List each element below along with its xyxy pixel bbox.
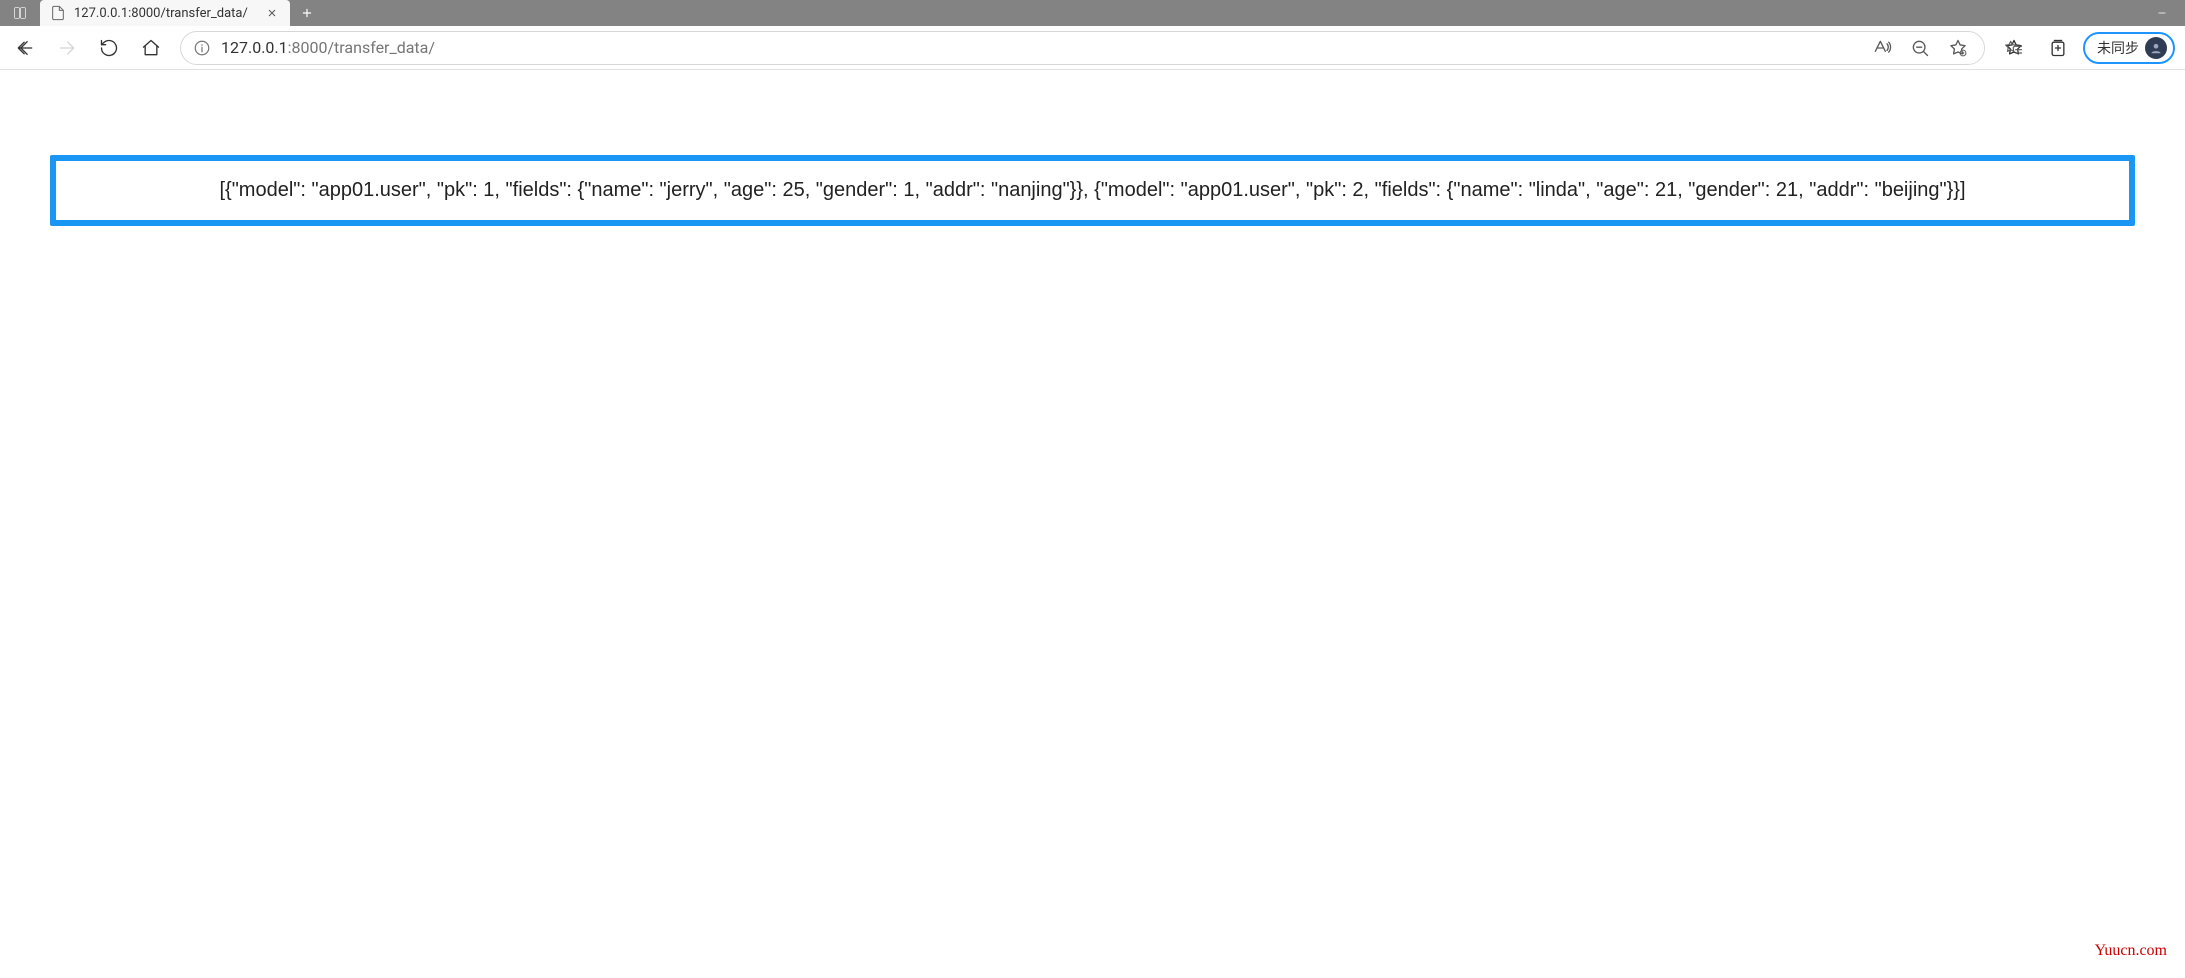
tab-title: 127.0.0.1:8000/transfer_data/ (74, 6, 256, 21)
page-content: [{"model": "app01.user", "pk": 1, "field… (0, 70, 2185, 226)
watermark-text: Yuucn.com (2095, 942, 2167, 960)
forward-button (48, 30, 86, 66)
page-viewport: [{"model": "app01.user", "pk": 1, "field… (0, 70, 2185, 978)
address-bar[interactable]: 127.0.0.1:8000/transfer_data/ (180, 31, 1985, 65)
close-tab-button[interactable] (264, 5, 280, 21)
address-bar-actions (1872, 38, 1972, 58)
read-aloud-icon[interactable] (1872, 38, 1892, 58)
url-host: 127.0.0.1 (221, 38, 288, 57)
collections-button[interactable] (2039, 30, 2077, 66)
browser-toolbar: 127.0.0.1:8000/transfer_data/ 未同步 (0, 26, 2185, 70)
zoom-out-icon[interactable] (1910, 38, 1930, 58)
browser-tab[interactable]: 127.0.0.1:8000/transfer_data/ (40, 0, 290, 26)
toolbar-right: 未同步 (1995, 30, 2179, 66)
favorites-button[interactable] (1995, 30, 2033, 66)
tab-actions-button[interactable] (0, 0, 40, 26)
window-controls (2139, 0, 2185, 26)
site-info-icon[interactable] (193, 39, 211, 57)
response-body-text[interactable]: [{"model": "app01.user", "pk": 1, "field… (72, 179, 2113, 202)
url-text[interactable]: 127.0.0.1:8000/transfer_data/ (221, 38, 1862, 57)
minimize-window-button[interactable] (2139, 0, 2185, 26)
home-button[interactable] (132, 30, 170, 66)
new-tab-button[interactable] (290, 0, 324, 26)
refresh-button[interactable] (90, 30, 128, 66)
highlighted-output-box: [{"model": "app01.user", "pk": 1, "field… (50, 155, 2135, 226)
back-button[interactable] (6, 30, 44, 66)
tab-bar: 127.0.0.1:8000/transfer_data/ (0, 0, 2185, 26)
profile-sync-button[interactable]: 未同步 (2083, 32, 2175, 64)
favorite-star-icon[interactable] (1948, 38, 1968, 58)
profile-avatar-icon (2145, 37, 2167, 59)
url-path: /transfer_data/ (327, 38, 435, 57)
url-port: :8000 (288, 38, 328, 57)
page-favicon-icon (50, 5, 66, 21)
sync-label: 未同步 (2097, 38, 2139, 58)
